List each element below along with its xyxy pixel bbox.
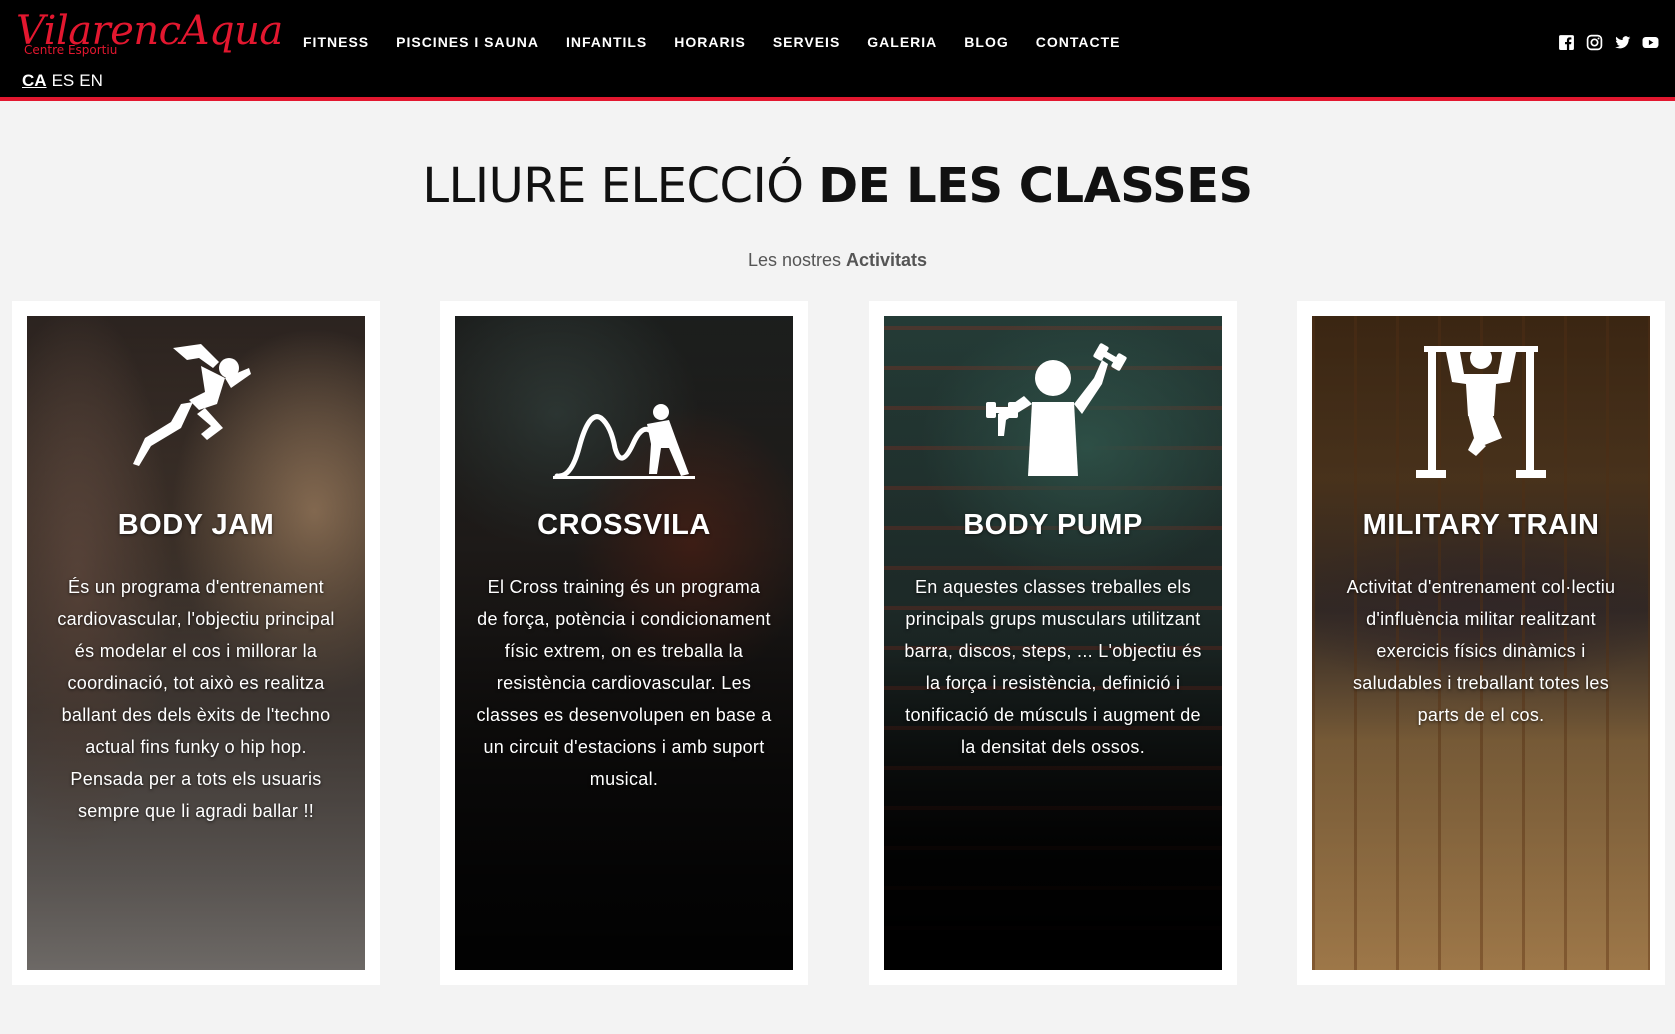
section-title: LLIURE ELECCIÓ DE LES CLASSES bbox=[0, 158, 1675, 214]
instagram-icon[interactable] bbox=[1586, 34, 1603, 51]
card-body-jam-image: BODY JAM És un programa d'entrenament ca… bbox=[27, 316, 365, 970]
section-subtitle-prefix: Les nostres bbox=[747, 250, 847, 270]
language-switcher: CA ES EN bbox=[22, 71, 103, 91]
card-crossvila-image: CROSSVILA El Cross training és un progra… bbox=[455, 316, 793, 970]
lang-en-link[interactable]: EN bbox=[79, 71, 103, 91]
card-title: BODY JAM bbox=[117, 509, 275, 541]
card-description: En aquestes classes treballes els princi… bbox=[904, 577, 1202, 757]
site-header: VilarencAqua Centre Esportiu CA ES EN FI… bbox=[0, 0, 1675, 101]
class-card-body-jam[interactable]: BODY JAM És un programa d'entrenament ca… bbox=[12, 301, 380, 985]
card-description: És un programa d'entrenament cardiovascu… bbox=[57, 577, 335, 821]
nav-item-horaris[interactable]: HORARIS bbox=[674, 34, 746, 50]
twitter-icon[interactable] bbox=[1614, 34, 1631, 51]
section-subtitle: Les nostres Activitats bbox=[0, 250, 1675, 271]
card-military-train-image: MILITARY TRAIN Activitat d'entrenament c… bbox=[1312, 316, 1650, 970]
card-body-pump-image: BODY PUMP En aquestes classes treballes … bbox=[884, 316, 1222, 970]
social-links bbox=[1558, 34, 1659, 51]
nav-item-fitness[interactable]: FITNESS bbox=[303, 34, 369, 50]
dumbbell-lifter-icon bbox=[986, 343, 1127, 476]
site-logo[interactable]: VilarencAqua Centre Esportiu bbox=[16, 8, 283, 58]
lang-ca-link[interactable]: CA bbox=[22, 71, 47, 91]
nav-item-contacte[interactable]: CONTACTE bbox=[1036, 34, 1121, 50]
nav-item-serveis[interactable]: SERVEIS bbox=[773, 34, 840, 50]
pull-up-bar-icon bbox=[1416, 346, 1546, 478]
facebook-icon[interactable] bbox=[1558, 34, 1575, 51]
card-title: CROSSVILA bbox=[537, 509, 711, 541]
sprinter-icon bbox=[133, 344, 251, 466]
section-title-light: LLIURE ELECCIÓ bbox=[422, 158, 819, 214]
card-description: El Cross training és un programa de forç… bbox=[476, 577, 772, 789]
class-card-body-pump[interactable]: BODY PUMP En aquestes classes treballes … bbox=[869, 301, 1237, 985]
nav-item-blog[interactable]: BLOG bbox=[964, 34, 1008, 50]
card-title: BODY PUMP bbox=[963, 509, 1143, 541]
nav-item-infantils[interactable]: INFANTILS bbox=[566, 34, 647, 50]
nav-item-galeria[interactable]: GALERIA bbox=[867, 34, 937, 50]
main-nav: FITNESS PISCINES I SAUNA INFANTILS HORAR… bbox=[303, 34, 1147, 50]
section-title-bold: DE LES CLASSES bbox=[818, 158, 1253, 214]
nav-item-piscines[interactable]: PISCINES I SAUNA bbox=[396, 34, 539, 50]
battle-ropes-icon bbox=[553, 404, 695, 479]
lang-es-link[interactable]: ES bbox=[52, 71, 75, 91]
card-description: Activitat d'entrenament col·lectiu d'inf… bbox=[1346, 577, 1616, 725]
class-card-military-train[interactable]: MILITARY TRAIN Activitat d'entrenament c… bbox=[1297, 301, 1665, 985]
card-title: MILITARY TRAIN bbox=[1362, 509, 1600, 541]
class-card-crossvila[interactable]: CROSSVILA El Cross training és un progra… bbox=[440, 301, 808, 985]
section-subtitle-bold: Activitats bbox=[846, 250, 928, 270]
logo-tagline: Centre Esportiu bbox=[24, 43, 118, 57]
youtube-icon[interactable] bbox=[1642, 34, 1659, 51]
